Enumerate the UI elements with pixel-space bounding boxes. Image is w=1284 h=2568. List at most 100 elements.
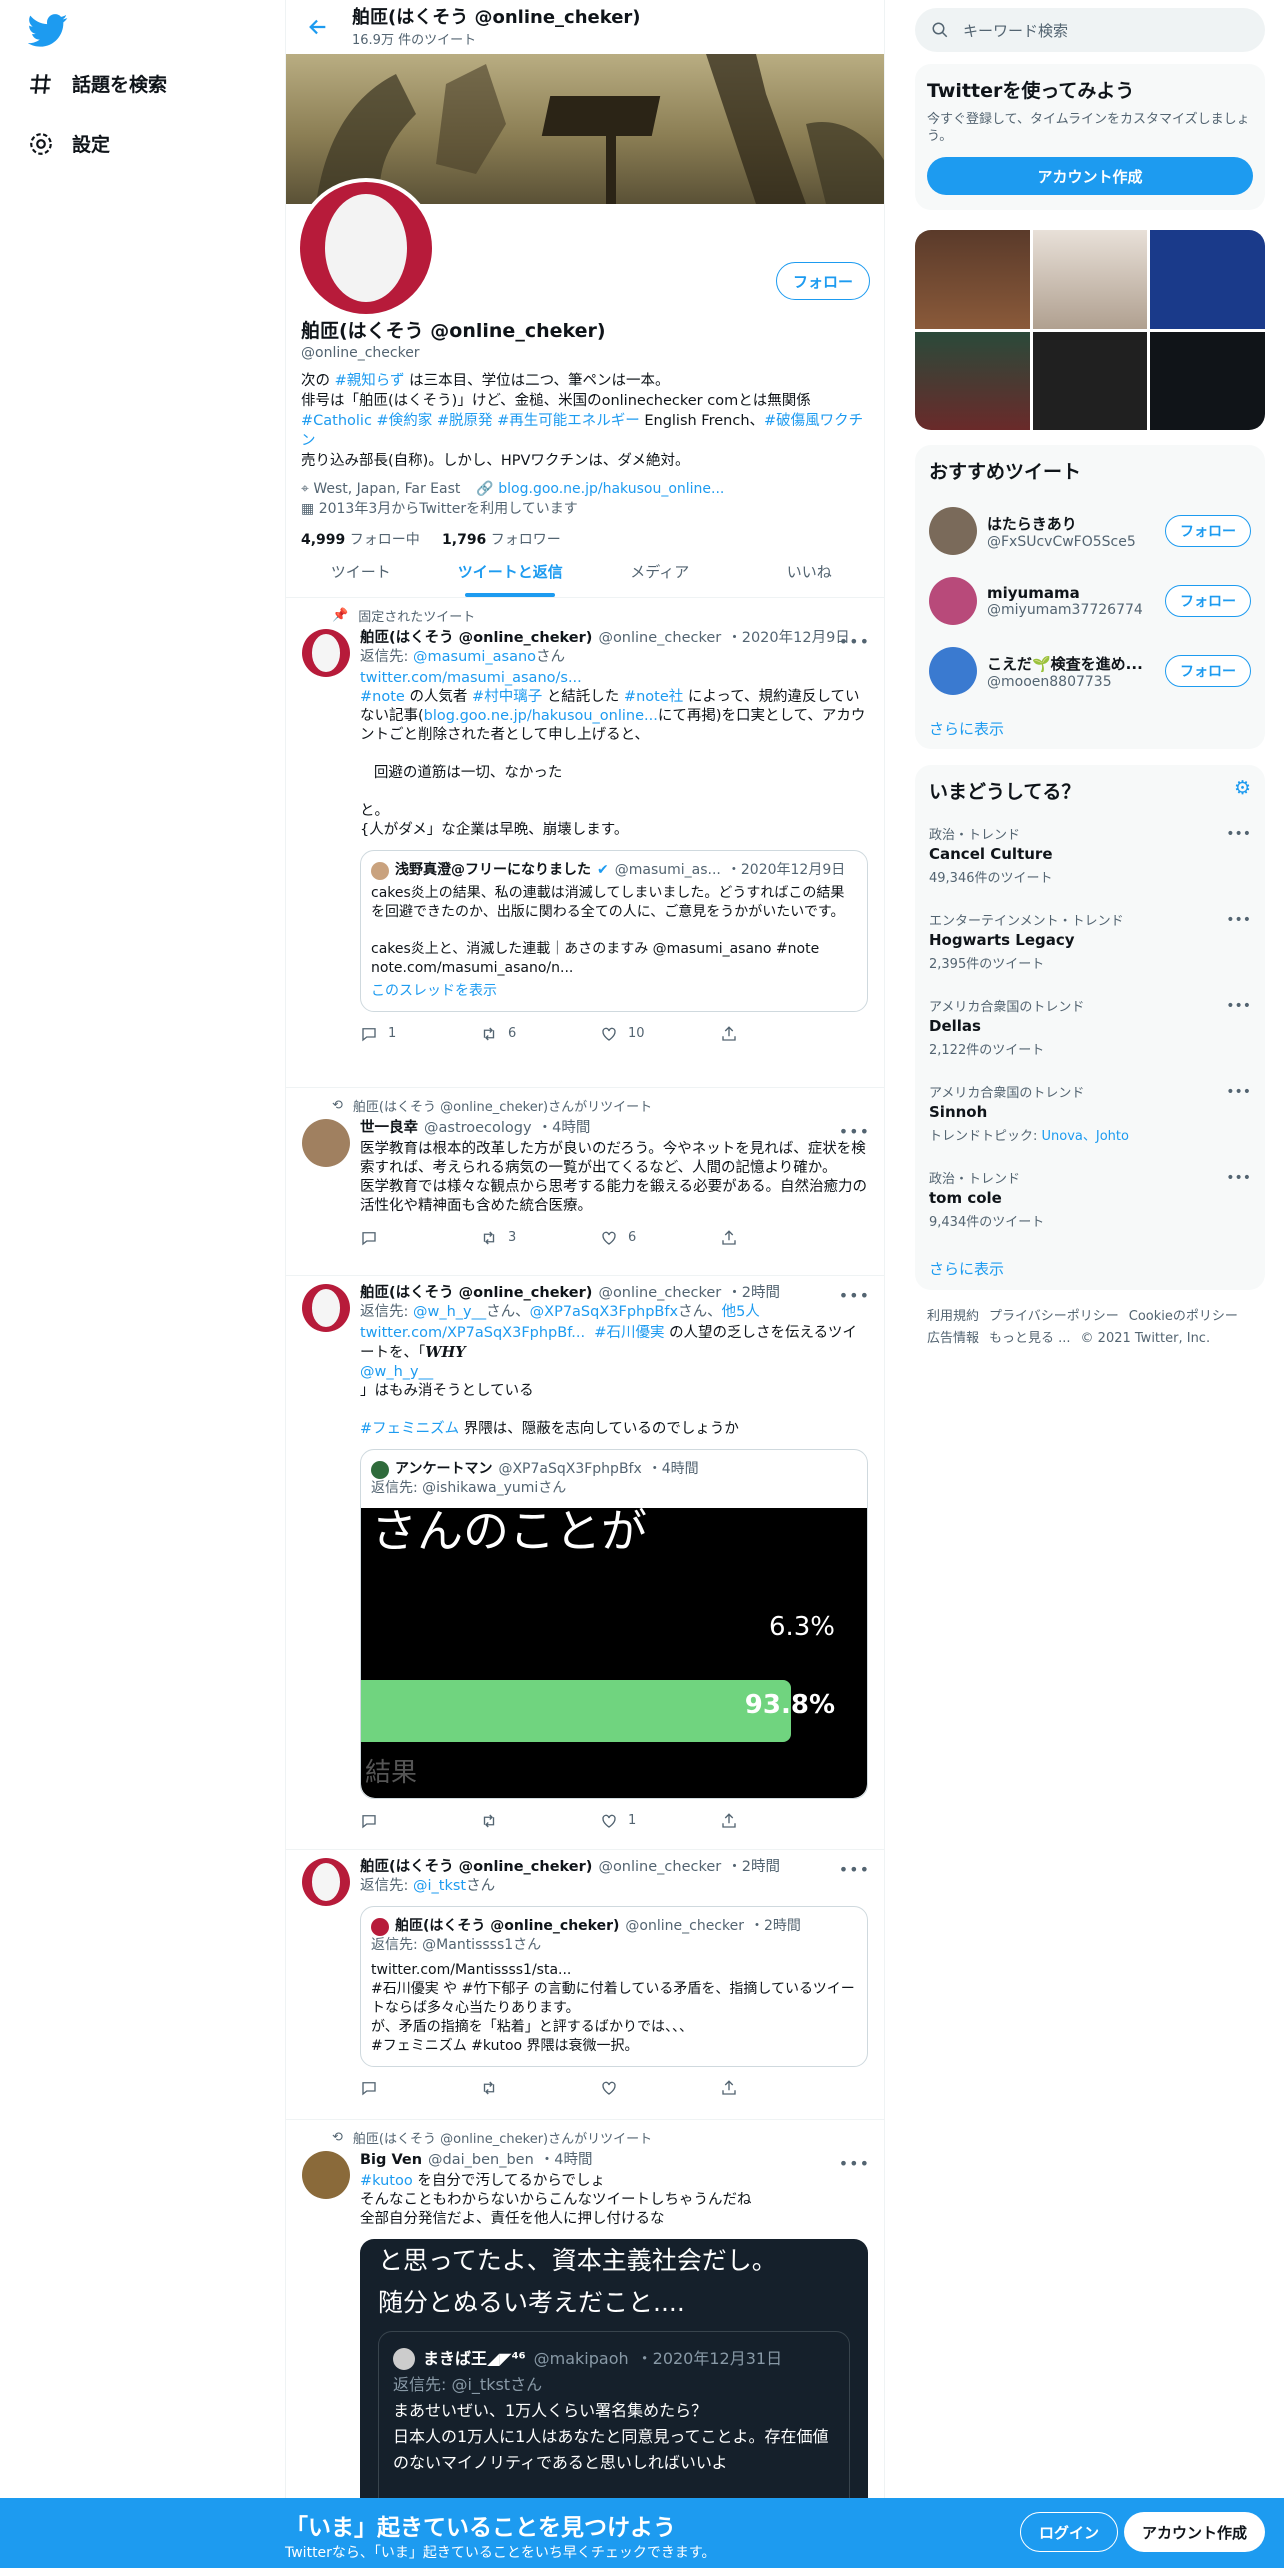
more-icon[interactable]: •••: [1226, 1170, 1251, 1186]
retweet-button[interactable]: 3: [480, 1228, 560, 1247]
tweet-date[interactable]: ・4時間: [538, 1119, 591, 1138]
tweet-date[interactable]: ・2020年12月9日: [727, 629, 850, 648]
tweet[interactable]: ⟲ 舶匝(はくそう @online_cheker)さんがリツイート ••• Big…: [286, 2120, 884, 2540]
tweet-author-name[interactable]: 世一良幸: [360, 1119, 418, 1138]
reply-to-others[interactable]: 他5人: [722, 1304, 760, 1320]
profile-link-text[interactable]: blog.goo.ne.jp/hakusou_online...: [498, 481, 724, 497]
tweet-author-handle[interactable]: @online_checker: [598, 1858, 721, 1877]
recommended-user[interactable]: はたらきあり @FxSUcvCwFO5Sce5 フォロー: [915, 496, 1265, 566]
avatar[interactable]: [929, 577, 977, 625]
login-button[interactable]: ログイン: [1020, 2512, 1119, 2552]
quoted-tweet[interactable]: 浅野真澄@フリーになりました ✔ @masumi_as... ・2020年12月9日 …: [360, 850, 868, 1012]
tab-likes[interactable]: いいね: [735, 545, 885, 597]
bio-hashtag[interactable]: #親知らず: [335, 373, 405, 389]
retweet-button[interactable]: 6: [480, 1024, 560, 1043]
tweet-link[interactable]: twitter.com/masumi_asano/s...: [360, 670, 582, 686]
trend-item[interactable]: アメリカ合衆国のトレンド Dellas 2,122件のツイート •••: [915, 988, 1265, 1074]
tweet-author-name[interactable]: 舶匝(はくそう @online_cheker): [360, 1284, 592, 1303]
footer-link[interactable]: もっと見る ...: [989, 1331, 1071, 1346]
twitter-bird-icon[interactable]: [28, 10, 68, 50]
tweet-author-handle[interactable]: @dai_ben_ben: [428, 2151, 534, 2170]
quoted-tweet[interactable]: 舶匝(はくそう @online_cheker) @online_checker ・2…: [360, 1906, 868, 2067]
share-button[interactable]: [720, 2079, 800, 2097]
signup-button[interactable]: アカウント作成: [1124, 2512, 1266, 2552]
trend-item[interactable]: エンターテインメント・トレンド Hogwarts Legacy 2,395件のツイー…: [915, 902, 1265, 988]
media-thumb[interactable]: [1150, 230, 1265, 329]
create-account-button[interactable]: アカウント作成: [927, 157, 1253, 195]
more-icon[interactable]: •••: [839, 1860, 870, 1879]
tweet-author-handle[interactable]: @online_checker: [598, 1284, 721, 1303]
tweet-image[interactable]: と思ってたよ、資本主義社会だし。 随分とぬるい考えだこと.... まきば王◢◤⁴…: [360, 2239, 868, 2539]
bio-hashtag[interactable]: #再生可能エネルギー: [497, 413, 640, 429]
avatar[interactable]: [302, 1858, 350, 1906]
hashtag[interactable]: #石川優実: [594, 1325, 664, 1341]
more-icon[interactable]: •••: [1226, 998, 1251, 1014]
avatar[interactable]: [929, 647, 977, 695]
tweet[interactable]: ⟲ 舶匝(はくそう @online_cheker)さんがリツイート ••• 世一良…: [286, 1088, 884, 1276]
tweet-link[interactable]: blog.goo.ne.jp/hakusou_online...: [424, 708, 658, 724]
like-button[interactable]: 6: [600, 1228, 680, 1247]
trend-item[interactable]: アメリカ合衆国のトレンド Sinnoh トレンドトピック: Unova、Johto •…: [915, 1074, 1265, 1160]
footer-link[interactable]: プライバシーポリシー: [989, 1309, 1119, 1324]
media-thumb[interactable]: [1032, 331, 1148, 430]
nav-settings[interactable]: 設定: [28, 130, 110, 157]
more-icon[interactable]: •••: [1226, 1084, 1251, 1100]
back-button[interactable]: [298, 7, 338, 47]
share-button[interactable]: [720, 1811, 800, 1830]
footer-link[interactable]: Cookieのポリシー: [1129, 1309, 1238, 1324]
more-icon[interactable]: •••: [839, 1122, 870, 1141]
show-thread-link[interactable]: このスレッドを表示: [371, 982, 857, 1001]
tweet[interactable]: 📌 固定されたツイート ••• 舶匝(はくそう @online_cheker) @o…: [286, 598, 884, 1088]
gear-icon[interactable]: ⚙: [1234, 777, 1251, 804]
reply-to-user[interactable]: @XP7aSqX3FphpBfx: [530, 1304, 678, 1320]
mention[interactable]: @w_h_y__: [360, 1364, 433, 1380]
retweet-button[interactable]: [480, 2079, 560, 2097]
bio-hashtag[interactable]: #Catholic: [301, 413, 372, 429]
tweet-author-name[interactable]: 舶匝(はくそう @online_cheker): [360, 1858, 592, 1877]
nav-explore[interactable]: 話題を検索: [28, 70, 167, 97]
bio-hashtag[interactable]: #倹約家: [377, 413, 433, 429]
avatar[interactable]: [302, 2151, 350, 2199]
trend-item[interactable]: 政治・トレンド tom cole 9,434件のツイート •••: [915, 1160, 1265, 1246]
media-thumb[interactable]: [915, 230, 1030, 329]
media-thumb[interactable]: [1032, 230, 1148, 329]
trend-item[interactable]: 政治・トレンド Cancel Culture 49,346件のツイート •••: [915, 816, 1265, 902]
media-thumb[interactable]: [1150, 331, 1265, 430]
reply-button[interactable]: 1: [360, 1024, 440, 1043]
recommended-user[interactable]: こえだ🌱検査を進め... @mooen8807735 フォロー: [915, 636, 1265, 706]
tweet-author-handle[interactable]: @astroecology: [424, 1119, 532, 1138]
reply-to-user[interactable]: @w_h_y__: [413, 1304, 486, 1320]
like-button[interactable]: [600, 2079, 680, 2097]
avatar[interactable]: [929, 507, 977, 555]
profile-link[interactable]: 🔗 blog.goo.ne.jp/hakusou_online...: [476, 479, 724, 499]
retweet-button[interactable]: [480, 1811, 560, 1830]
follow-button[interactable]: フォロー: [1165, 655, 1251, 687]
like-button[interactable]: 1: [600, 1811, 680, 1830]
tweet-date[interactable]: ・4時間: [540, 2151, 593, 2170]
hashtag[interactable]: #note社: [624, 689, 683, 705]
tab-tweets-replies[interactable]: ツイートと返信: [436, 545, 586, 597]
more-icon[interactable]: •••: [1226, 912, 1251, 928]
reply-button[interactable]: [360, 1228, 440, 1247]
follow-button[interactable]: フォロー: [1165, 585, 1251, 617]
reply-button[interactable]: [360, 2079, 440, 2097]
tab-media[interactable]: メディア: [585, 545, 735, 597]
more-icon[interactable]: •••: [839, 2154, 870, 2173]
like-button[interactable]: 10: [600, 1024, 680, 1043]
hashtag[interactable]: #フェミニズム: [360, 1421, 459, 1437]
search-input[interactable]: キーワード検索: [963, 20, 1068, 41]
profile-avatar[interactable]: [296, 178, 436, 318]
tab-tweets[interactable]: ツイート: [286, 545, 436, 597]
tweet-link[interactable]: twitter.com/XP7aSqX3FphpBf...: [360, 1325, 585, 1341]
reply-to-user[interactable]: @masumi_asano: [413, 649, 536, 665]
more-icon[interactable]: •••: [1226, 826, 1251, 842]
tweet-author-handle[interactable]: @online_checker: [598, 629, 721, 648]
share-button[interactable]: [720, 1228, 800, 1247]
search-bar[interactable]: キーワード検索: [915, 8, 1265, 52]
share-button[interactable]: [720, 1024, 800, 1043]
quoted-tweet[interactable]: アンケートマン @XP7aSqX3FphpBfx ・4時間 返信先: @ishika…: [360, 1449, 868, 1799]
tweet-date[interactable]: ・2時間: [727, 1858, 780, 1877]
tweet-author-name[interactable]: Big Ven: [360, 2151, 422, 2170]
trend-topics[interactable]: Unova、Johto: [1042, 1129, 1129, 1144]
follow-button[interactable]: フォロー: [1165, 515, 1251, 547]
